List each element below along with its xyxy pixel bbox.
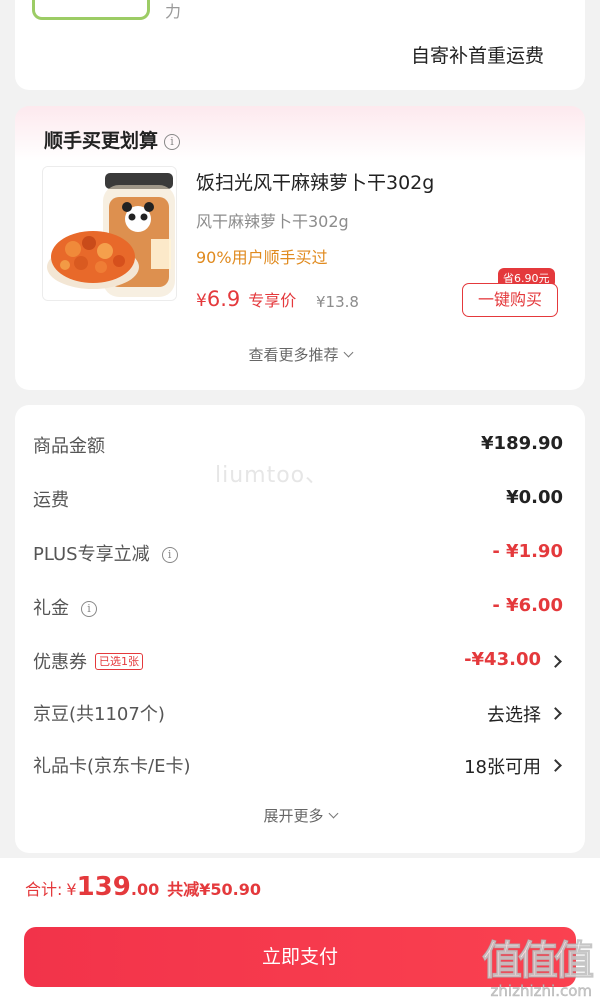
total-label: 合计: [25,880,63,899]
product-thumbnail[interactable] [32,0,150,20]
info-icon[interactable]: i [161,547,178,563]
row-label: 商品金额 [33,436,105,457]
info-icon[interactable]: i [81,601,97,617]
chevron-down-icon [343,347,353,358]
original-price: ¥13.8 [316,293,359,311]
summary-row-coupon[interactable]: 优惠券 已选1张 -¥43.00 [33,648,563,678]
row-value: - ¥1.90 [492,541,563,562]
summary-row-plus-discount: PLUS专享立减 i - ¥1.90 [33,540,563,570]
price-value: 6.9 [206,287,241,311]
watermark-url: zhizhizhi.com [490,982,592,1001]
row-label: 礼品卡(京东卡/E卡) [33,756,191,777]
row-value: -¥43.00 [464,649,541,670]
coupon-selected-badge: 已选1张 [95,653,143,670]
total-currency: ¥ [66,880,77,899]
row-value: 去选择 [487,705,541,726]
chevron-right-icon [549,655,562,668]
one-click-buy-button[interactable]: 一键购买 [462,283,558,317]
summary-row-gift-money: 礼金 i - ¥6.00 [33,594,563,624]
summary-row-goods-amount: 商品金额 ¥189.90 [33,432,563,462]
product-price: ¥6.9 专享价 [196,287,296,311]
row-label: 礼金 i [33,594,97,620]
product-image[interactable] [42,166,177,301]
product-popularity: 90%用户顺手买过 [196,248,328,267]
price-currency: ¥ [196,291,207,311]
product-subtitle: 风干麻辣萝卜干302g [196,212,349,231]
recommend-title-text: 顺手买更划算 [44,130,159,152]
row-label: PLUS专享立减 i [33,540,178,566]
row-label-text: 礼金 [33,598,69,619]
info-icon[interactable]: i [164,134,181,150]
row-label: 运费 [33,490,69,511]
watermark-logo: 值值值 [482,938,595,985]
chevron-right-icon [549,707,562,720]
expand-more-label: 展开更多 [263,807,324,825]
total-discount: 共减¥50.90 [167,880,261,899]
chevron-down-icon [328,808,338,819]
chevron-right-icon [549,759,562,772]
shipping-note: 自寄补首重运费 [410,45,544,67]
row-value: ¥189.90 [481,433,563,454]
summary-row-gift-card[interactable]: 礼品卡(京东卡/E卡) 18张可用 [33,752,563,782]
row-value: - ¥6.00 [492,595,563,616]
product-name[interactable]: 饭扫光风干麻辣萝卜干302g [196,168,434,195]
total-decimal: .00 [130,880,160,899]
expand-more-link[interactable]: 展开更多 [15,805,585,826]
total-integer: 139 [76,872,131,902]
row-label: 优惠券 已选1张 [33,648,143,674]
summary-row-shipping: 运费 ¥0.00 [33,486,563,516]
row-label-text: 优惠券 [33,652,87,673]
row-value: 18张可用 [464,757,541,778]
row-value: ¥0.00 [506,487,563,508]
order-summary-card: liumtoo、 商品金额 ¥189.90 运费 ¥0.00 PLUS专享立减 i… [15,405,585,853]
more-recommend-link[interactable]: 查看更多推荐 [15,344,585,365]
more-recommend-label: 查看更多推荐 [248,346,339,364]
recommend-title: 顺手买更划算 i [44,126,181,153]
summary-row-jingdou[interactable]: 京豆(共1107个) 去选择 [33,700,563,730]
shipping-fragment-text: 力 [165,2,182,21]
checkout-bar: 合计: ¥139.00 共减¥50.90 立即支付 值值值 zhizhizhi.co… [0,858,600,1006]
row-label: 京豆(共1107个) [33,704,165,725]
recommend-card: 顺手买更划算 i 饭扫光风干麻辣萝卜干302g 风干麻辣萝卜干302g 90%用户… [15,106,585,390]
shipping-card: 力 自寄补首重运费 [15,0,585,90]
row-label-text: PLUS专享立减 [33,544,150,565]
price-tag: 专享价 [248,291,297,310]
total-line: 合计: ¥139.00 共减¥50.90 [25,872,261,902]
